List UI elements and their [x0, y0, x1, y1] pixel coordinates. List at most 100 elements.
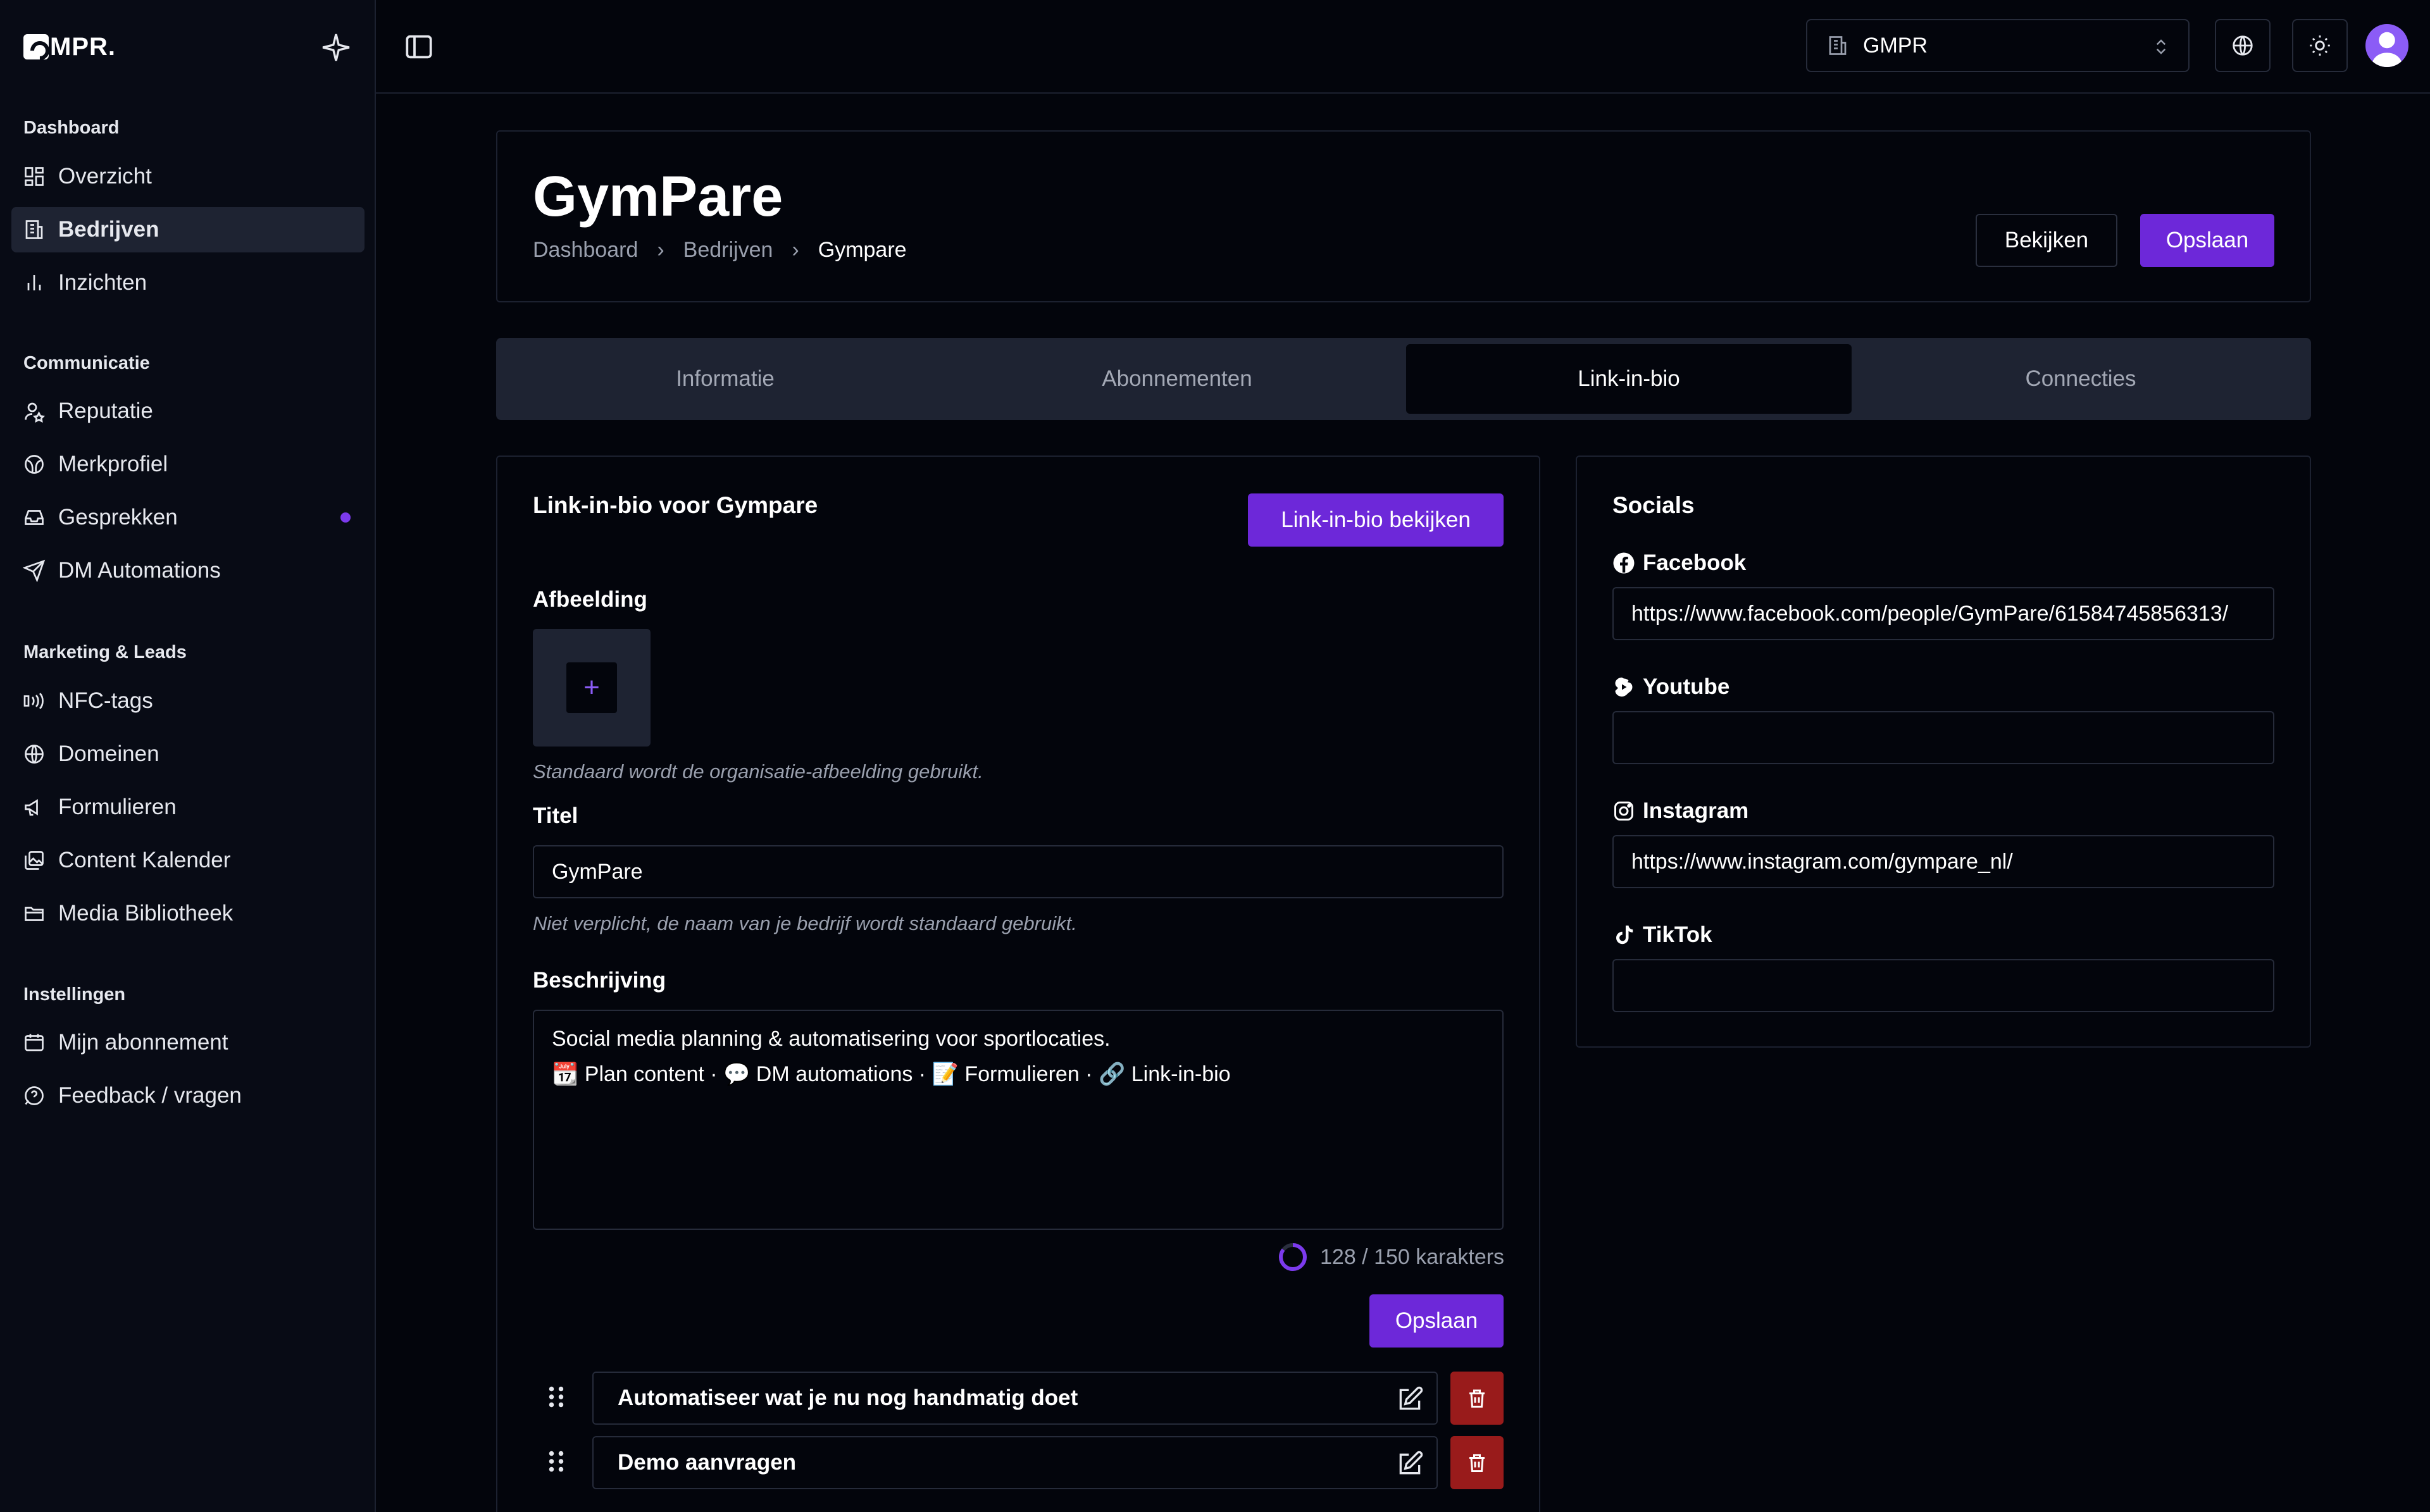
tab-connecties[interactable]: Connecties — [1858, 344, 2303, 414]
sidebar-item-label: Merkprofiel — [58, 452, 168, 476]
trash-icon — [1469, 1454, 1485, 1472]
app-logo[interactable]: MPR. — [23, 32, 116, 62]
section-label-marketing: Marketing & Leads — [23, 642, 187, 662]
plus-icon: + — [566, 662, 617, 713]
facebook-input[interactable]: https://www.facebook.com/people/GymPare/… — [1612, 587, 2274, 640]
sidebar-item-inzichten[interactable]: Inzichten — [11, 260, 364, 306]
sidebar-item-overzicht[interactable]: Overzicht — [11, 154, 364, 199]
sidebar-item-label: Bedrijven — [58, 217, 159, 242]
char-counter: 128 / 150 karakters — [1277, 1241, 1504, 1273]
inbox-icon — [25, 510, 44, 525]
facebook-label: Facebook — [1612, 550, 1746, 576]
tiktok-input[interactable] — [1612, 959, 2274, 1012]
help-icon — [25, 1086, 44, 1105]
drag-handle-icon[interactable] — [547, 1449, 566, 1474]
sidebar-item-mijn-abonnement[interactable]: Mijn abonnement — [11, 1020, 364, 1065]
chevron-up-down-icon — [2156, 39, 2166, 54]
theme-toggle-button[interactable] — [2292, 19, 2348, 72]
instagram-input[interactable]: https://www.instagram.com/gympare_nl/ — [1612, 835, 2274, 888]
sidebar-item-label: Domeinen — [58, 741, 159, 766]
drag-handle-icon[interactable] — [547, 1384, 566, 1410]
socials-heading: Socials — [1612, 492, 1695, 518]
youtube-input[interactable] — [1612, 711, 2274, 764]
globe-lines-icon — [25, 455, 44, 474]
sidebar-item-domeinen[interactable]: Domeinen — [11, 731, 364, 777]
facebook-icon — [1613, 552, 1635, 574]
chevron-right-icon: › — [657, 238, 664, 262]
view-link-in-bio-button[interactable]: Link-in-bio bekijken — [1248, 493, 1504, 547]
sidebar-item-nfc-tags[interactable]: NFC-tags — [11, 678, 364, 724]
sidebar-item-reputatie[interactable]: Reputatie — [11, 388, 364, 434]
edit-icon[interactable] — [1396, 1450, 1424, 1478]
user-avatar[interactable] — [2365, 24, 2408, 67]
sidebar-item-feedback[interactable]: Feedback / vragen — [11, 1073, 364, 1119]
save-description-button[interactable]: Opslaan — [1369, 1294, 1504, 1348]
sidebar-toggle-icon[interactable] — [401, 29, 437, 65]
sidebar-item-media-bibliotheek[interactable]: Media Bibliotheek — [11, 891, 364, 936]
trash-icon — [1469, 1389, 1485, 1408]
globe-icon — [2233, 35, 2253, 56]
save-button[interactable]: Opslaan — [2140, 214, 2274, 267]
unread-badge — [340, 512, 351, 523]
image-label: Afbeelding — [533, 587, 647, 612]
bar-chart-icon — [27, 275, 41, 290]
tiktok-label: TikTok — [1612, 922, 1712, 948]
sidebar-item-label: Formulieren — [58, 795, 177, 819]
sidebar-item-bedrijven[interactable]: Bedrijven — [11, 207, 364, 252]
megaphone-icon — [25, 799, 38, 816]
sidebar-item-merkprofiel[interactable]: Merkprofiel — [11, 442, 364, 487]
edit-icon[interactable] — [1396, 1385, 1424, 1413]
user-star-icon — [25, 402, 46, 423]
sidebar-item-content-kalender[interactable]: Content Kalender — [11, 838, 364, 883]
grid-icon — [25, 167, 44, 186]
page-title: GymPare — [533, 165, 783, 228]
link-label: Demo aanvragen — [618, 1450, 797, 1475]
sidebar-item-dm-automations[interactable]: DM Automations — [11, 548, 364, 593]
sidebar-item-label: Media Bibliotheek — [58, 901, 234, 926]
description-label: Beschrijving — [533, 968, 666, 993]
delete-button[interactable] — [1450, 1372, 1504, 1425]
tab-bar: Informatie Abonnementen Link-in-bio Conn… — [496, 338, 2311, 420]
view-button[interactable]: Bekijken — [1976, 214, 2117, 267]
building-icon — [25, 220, 43, 239]
description-line: Social media planning & automatisering v… — [552, 1027, 1111, 1051]
section-label-communicatie: Communicatie — [23, 353, 150, 373]
sidebar-item-label: Reputatie — [58, 399, 153, 423]
top-bar: GMPR — [376, 0, 2430, 94]
youtube-icon — [1615, 678, 1633, 697]
progress-ring-icon — [1279, 1243, 1307, 1271]
char-counter-text: 128 / 150 karakters — [1320, 1244, 1505, 1269]
title-label: Titel — [533, 803, 578, 828]
sidebar-item-gesprekken[interactable]: Gesprekken — [11, 495, 364, 540]
breadcrumb-item[interactable]: Bedrijven — [683, 238, 773, 263]
description-line: 📆 Plan content · 💬 DM automations · 📝 Fo… — [552, 1062, 1231, 1086]
list-item[interactable]: Automatiseer wat je nu nog handmatig doe… — [592, 1372, 1438, 1425]
delete-button[interactable] — [1450, 1436, 1504, 1489]
sidebar-item-formulieren[interactable]: Formulieren — [11, 784, 364, 830]
title-hint: Niet verplicht, de naam van je bedrijf w… — [533, 912, 1077, 934]
logo-mark-icon — [23, 34, 49, 59]
sidebar-item-label: Mijn abonnement — [58, 1030, 228, 1055]
image-hint: Standaard wordt de organisatie-afbeeldin… — [533, 760, 983, 783]
list-item[interactable]: Demo aanvragen — [592, 1436, 1438, 1489]
sidebar-item-label: Feedback / vragen — [58, 1083, 242, 1108]
organization-select[interactable]: GMPR — [1806, 19, 2190, 72]
tab-informatie[interactable]: Informatie — [502, 344, 948, 414]
tab-abonnementen[interactable]: Abonnementen — [954, 344, 1400, 414]
tiktok-icon — [1616, 926, 1633, 945]
link-in-bio-heading: Link-in-bio voor Gympare — [533, 492, 818, 518]
sidebar-item-label: Content Kalender — [58, 848, 231, 872]
send-icon — [23, 559, 46, 582]
language-button[interactable] — [2215, 19, 2271, 72]
tab-link-in-bio[interactable]: Link-in-bio — [1406, 344, 1852, 414]
breadcrumb-item[interactable]: Dashboard — [533, 238, 638, 263]
sparkle-icon[interactable] — [320, 32, 352, 63]
nfc-icon — [23, 693, 44, 709]
image-upload[interactable]: + — [533, 629, 651, 747]
section-label-instellingen: Instellingen — [23, 984, 126, 1005]
title-input[interactable]: GymPare — [533, 845, 1504, 898]
card-icon — [25, 1034, 44, 1051]
images-icon — [25, 851, 44, 870]
description-textarea[interactable]: Social media planning & automatisering v… — [533, 1010, 1504, 1230]
instagram-label: Instagram — [1612, 798, 1748, 824]
